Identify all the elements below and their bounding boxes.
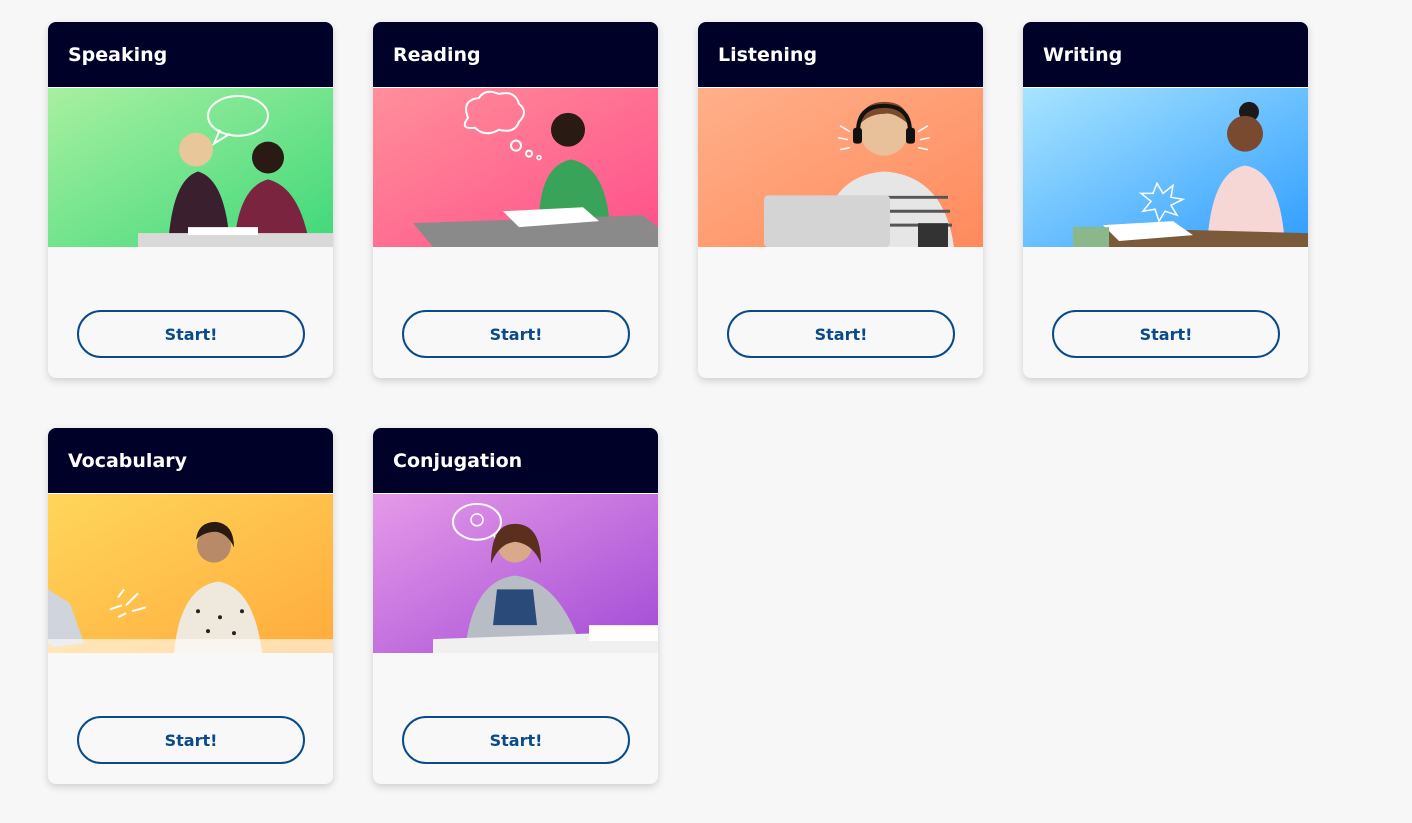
start-button[interactable]: Start! xyxy=(402,310,630,358)
card-reading: Reading Start! xyxy=(373,22,658,378)
start-button[interactable]: Start! xyxy=(1052,310,1280,358)
card-title: Reading xyxy=(373,22,658,87)
student-conjugation-image xyxy=(373,493,658,653)
student-reading-image xyxy=(373,87,658,247)
card-title: Listening xyxy=(698,22,983,87)
start-button[interactable]: Start! xyxy=(77,716,305,764)
student-vocabulary-image xyxy=(48,493,333,653)
start-button[interactable]: Start! xyxy=(727,310,955,358)
students-speaking-image xyxy=(48,87,333,247)
card-listening: Listening Start! xyxy=(698,22,983,378)
card-conjugation: Conjugation Start! xyxy=(373,428,658,784)
card-speaking: Speaking Start! xyxy=(48,22,333,378)
start-button[interactable]: Start! xyxy=(402,716,630,764)
card-writing: Writing Start! xyxy=(1023,22,1308,378)
card-vocabulary: Vocabulary Start! xyxy=(48,428,333,784)
student-writing-image xyxy=(1023,87,1308,247)
card-title: Speaking xyxy=(48,22,333,87)
start-button[interactable]: Start! xyxy=(77,310,305,358)
card-title: Conjugation xyxy=(373,428,658,493)
card-title: Writing xyxy=(1023,22,1308,87)
card-title: Vocabulary xyxy=(48,428,333,493)
student-listening-image xyxy=(698,87,983,247)
activity-grid: Speaking Start! Reading Start! Listening… xyxy=(48,22,1308,784)
